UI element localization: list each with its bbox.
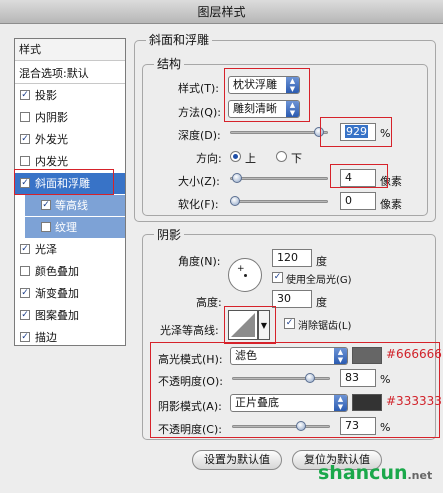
highlight-box-size [330, 164, 388, 188]
sidebar-item-9[interactable]: 颜色叠加 [15, 261, 125, 282]
sidebar-item-label: 外发光 [35, 133, 68, 146]
sidebar-item-checkbox[interactable]: ✓ [20, 134, 30, 144]
size-label: 大小(Z): [178, 175, 220, 188]
depth-label: 深度(D): [178, 129, 221, 142]
sidebar-item-label: 内阴影 [35, 111, 68, 124]
gloss-contour-label: 光泽等高线: [160, 324, 219, 337]
soften-unit: 像素 [380, 198, 402, 211]
sidebar-item-checkbox[interactable]: ✓ [20, 310, 30, 320]
watermark-text: shancun [318, 462, 408, 484]
technique-label: 方法(Q): [178, 106, 221, 119]
sidebar-item-label: 颜色叠加 [35, 265, 79, 278]
highlight-box-style-technique [224, 68, 310, 122]
global-light-label: 使用全局光(G) [286, 275, 352, 286]
soften-slider-knob[interactable] [230, 196, 240, 206]
sidebar-item-7[interactable]: 纹理 [25, 217, 125, 238]
styles-list-header[interactable]: 样式 [15, 39, 125, 61]
direction-down-label: 下 [291, 152, 302, 165]
size-slider-knob[interactable] [231, 173, 242, 183]
sidebar-item-checkbox[interactable] [20, 266, 30, 276]
make-default-button[interactable]: 设置为默认值 [192, 450, 282, 470]
soften-slider-track[interactable] [230, 200, 328, 203]
style-label: 样式(T): [178, 82, 220, 95]
sidebar-item-checkbox[interactable]: ✓ [20, 288, 30, 298]
angle-input[interactable]: 120 [272, 249, 312, 267]
angle-dial[interactable]: + [228, 258, 262, 292]
structure-group-title: 结构 [154, 55, 185, 72]
highlight-box-modes [150, 342, 440, 438]
sidebar-item-label: 纹理 [55, 221, 77, 234]
angle-label: 角度(N): [178, 255, 221, 268]
highlight-box-contour [224, 306, 276, 344]
sidebar-item-8[interactable]: ✓ 光泽 [15, 239, 125, 260]
sidebar-item-label: 光泽 [35, 243, 57, 256]
shading-group-title: 阴影 [154, 226, 185, 243]
altitude-label: 高度: [196, 296, 222, 309]
sidebar-item-6[interactable]: ✓ 等高线 [25, 195, 125, 216]
direction-up-radio[interactable] [230, 151, 241, 162]
size-slider-track[interactable] [230, 177, 328, 180]
sidebar-item-label: 图案叠加 [35, 309, 79, 322]
watermark-logo: shancun.net [318, 462, 432, 484]
sidebar-item-label: 描边 [35, 331, 57, 344]
sidebar-item-2[interactable]: 内阴影 [15, 107, 125, 128]
blend-options-item[interactable]: 混合选项:默认 [15, 63, 125, 84]
angle-dial-center [244, 274, 247, 277]
altitude-unit: 度 [316, 296, 327, 309]
sidebar-item-12[interactable]: ✓ 描边 [15, 327, 125, 348]
sidebar-item-3[interactable]: ✓ 外发光 [15, 129, 125, 150]
global-light-checkbox[interactable]: ✓ [272, 272, 283, 283]
sidebar-item-label: 投影 [35, 89, 57, 102]
direction-down-radio[interactable] [276, 151, 287, 162]
highlight-box-depth [320, 117, 392, 147]
sidebar-item-checkbox[interactable]: ✓ [20, 332, 30, 342]
soften-input[interactable]: 0 [340, 192, 376, 210]
sidebar-item-10[interactable]: ✓ 渐变叠加 [15, 283, 125, 304]
sidebar-item-checkbox[interactable]: ✓ [41, 200, 51, 210]
bevel-group-title: 斜面和浮雕 [146, 31, 213, 48]
direction-label: 方向: [196, 152, 222, 165]
sidebar-item-1[interactable]: ✓ 投影 [15, 85, 125, 106]
sidebar-item-checkbox[interactable]: ✓ [20, 90, 30, 100]
crosshair-icon: + [237, 264, 245, 274]
check-icon: ✓ [273, 272, 282, 282]
anti-alias-checkbox[interactable]: ✓ [284, 318, 295, 329]
soften-label: 软化(F): [178, 198, 219, 211]
sidebar-item-checkbox[interactable] [41, 222, 51, 232]
watermark-suffix: .net [407, 469, 433, 482]
sidebar-item-checkbox[interactable]: ✓ [20, 244, 30, 254]
direction-up-label: 上 [245, 152, 256, 165]
altitude-input[interactable]: 30 [272, 290, 312, 308]
sidebar-item-label: 渐变叠加 [35, 287, 79, 300]
window-title: 图层样式 [0, 0, 443, 24]
sidebar-item-11[interactable]: ✓ 图案叠加 [15, 305, 125, 326]
highlight-box-bevel [14, 169, 114, 195]
sidebar-item-label: 内发光 [35, 155, 68, 168]
sidebar-item-checkbox[interactable] [20, 156, 30, 166]
angle-unit: 度 [316, 255, 327, 268]
sidebar-item-checkbox[interactable] [20, 112, 30, 122]
anti-alias-label: 消除锯齿(L) [298, 321, 352, 332]
check-icon: ✓ [285, 318, 294, 328]
sidebar-item-label: 等高线 [55, 199, 88, 212]
